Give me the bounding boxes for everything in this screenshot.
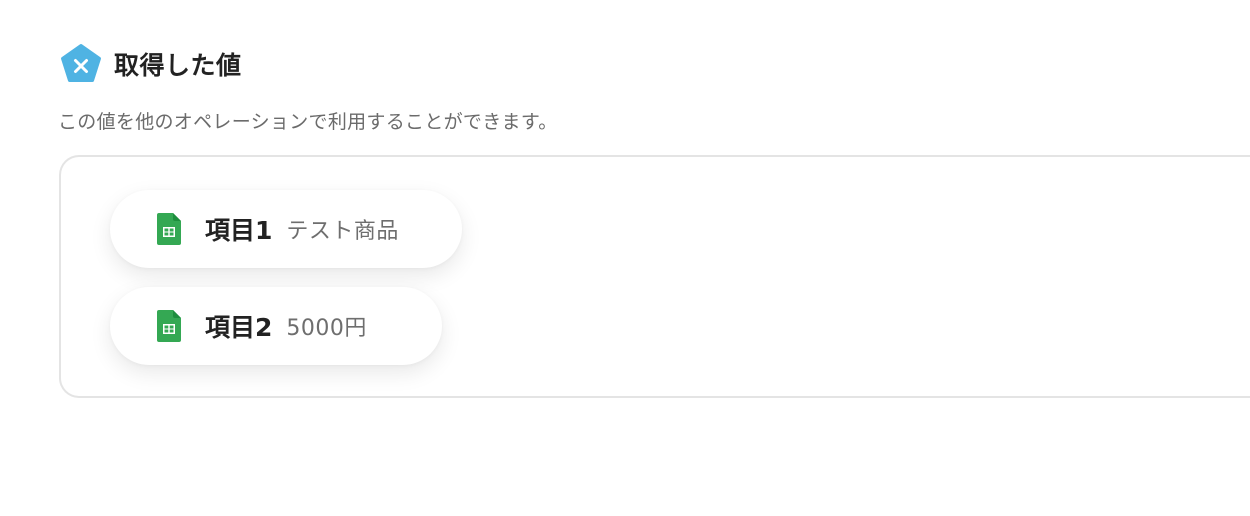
- value-label: 項目2: [205, 313, 273, 342]
- google-sheets-icon: [157, 213, 183, 245]
- value-label: 項目1: [205, 216, 273, 245]
- value-text: テスト商品: [286, 219, 399, 244]
- value-text: 5000円: [286, 316, 367, 341]
- google-sheets-icon: [157, 310, 183, 342]
- value-chip-item-1[interactable]: 項目1 テスト商品: [110, 190, 462, 268]
- section-title: 取得した値: [114, 51, 242, 80]
- value-chip-item-2[interactable]: 項目2 5000円: [110, 287, 442, 365]
- variable-x-pentagon-icon: [60, 43, 102, 85]
- acquired-values-section: 取得した値 この値を他のオペレーションで利用することができます。 項目1 テスト…: [0, 0, 1250, 516]
- section-description: この値を他のオペレーションで利用することができます。: [58, 111, 558, 133]
- section-header: 取得した値: [60, 43, 242, 85]
